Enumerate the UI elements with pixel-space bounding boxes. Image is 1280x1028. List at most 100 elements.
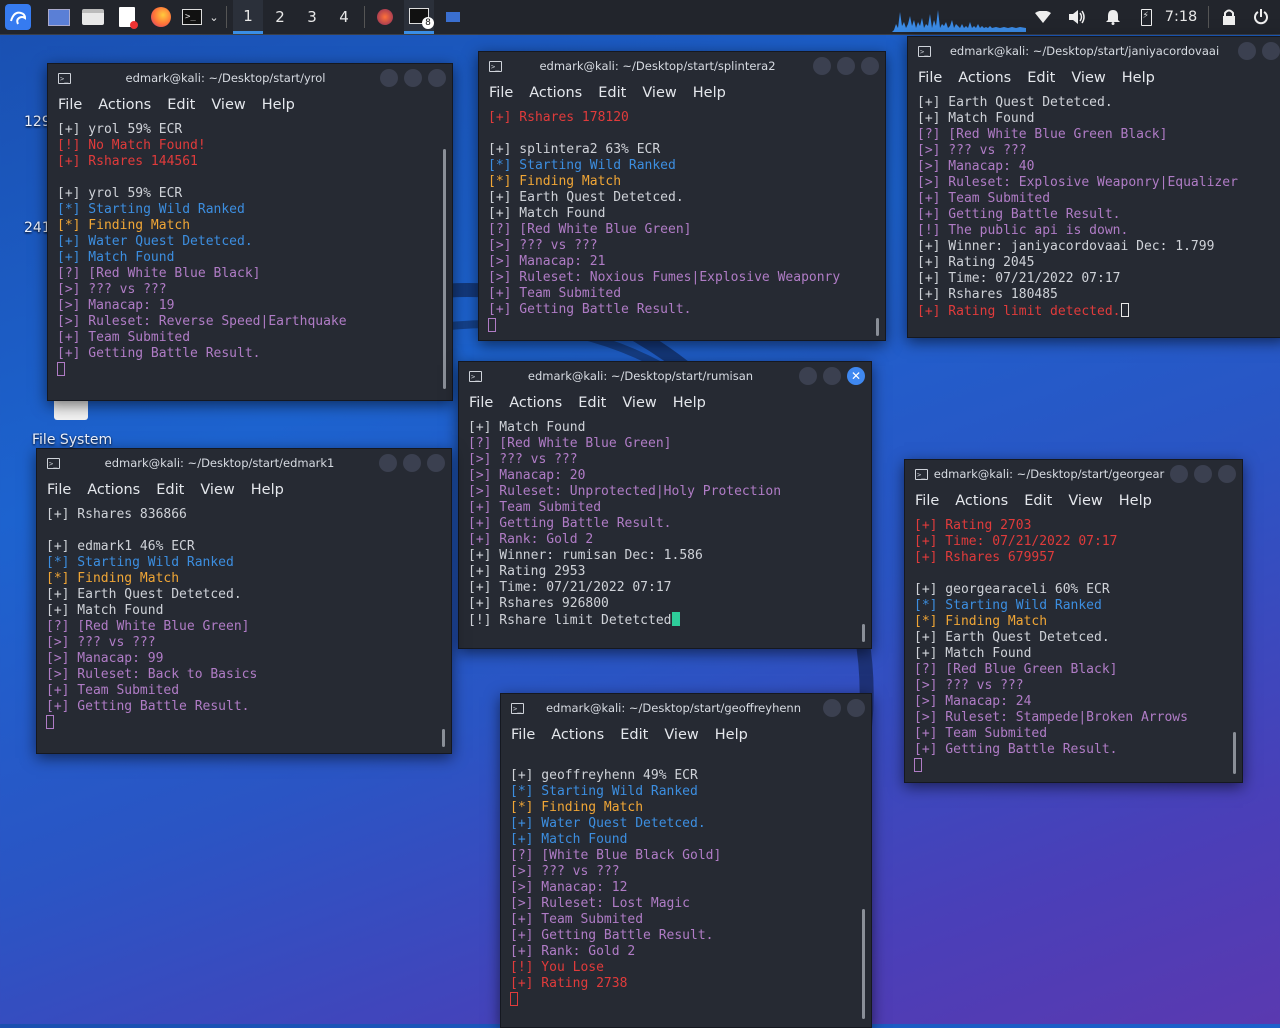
maximize-button[interactable] [837, 57, 855, 75]
menu-edit[interactable]: Edit [1027, 70, 1055, 86]
close-button[interactable]: ✕ [847, 367, 865, 385]
close-button[interactable] [861, 57, 879, 75]
text-editor-icon[interactable] [114, 0, 140, 34]
task-firefox-icon[interactable] [372, 0, 398, 34]
menu-help[interactable]: Help [1119, 493, 1152, 509]
terminal-output[interactable]: [+] Rshares 178120 [+] splintera2 63% ECR… [479, 106, 885, 338]
terminal-window-yrol[interactable]: >_ edmark@kali: ~/Desktop/start/yrol Fil… [47, 63, 453, 401]
terminal-window-janiyacordovaai[interactable]: >_ edmark@kali: ~/Desktop/start/janiyaco… [907, 36, 1280, 338]
menu-help[interactable]: Help [673, 395, 706, 411]
terminal-window-geoffreyhenn[interactable]: >_ edmark@kali: ~/Desktop/start/geoffrey… [500, 693, 872, 1028]
menu-actions[interactable]: Actions [87, 482, 140, 498]
terminal-output[interactable]: [+] geoffreyhenn 49% ECR [*] Starting Wil… [501, 748, 871, 1012]
terminal-output[interactable]: [+] Rshares 836866 [+] edmark1 46% ECR [*]… [37, 503, 451, 735]
terminal-output[interactable]: [+] Earth Quest Detetced. [+] Match Found… [908, 91, 1280, 323]
menu-edit[interactable]: Edit [598, 85, 626, 101]
menu-view[interactable]: View [642, 85, 676, 101]
scrollbar[interactable] [862, 624, 865, 642]
minimize-button[interactable] [823, 699, 841, 717]
menu-actions[interactable]: Actions [955, 493, 1008, 509]
minimize-button[interactable] [799, 367, 817, 385]
terminal-window-georgear[interactable]: >_ edmark@kali: ~/Desktop/start/georgear… [904, 459, 1243, 783]
firefox-icon[interactable] [148, 0, 174, 34]
menu-edit[interactable]: Edit [1024, 493, 1052, 509]
scrollbar[interactable] [876, 318, 879, 336]
menu-file[interactable]: File [489, 85, 513, 101]
window-titlebar[interactable]: >_ edmark@kali: ~/Desktop/start/rumisan … [459, 362, 871, 390]
menu-view[interactable]: View [211, 97, 245, 113]
minimize-button[interactable] [379, 454, 397, 472]
workspace-3[interactable]: 3 [297, 0, 327, 34]
minimize-button[interactable] [1170, 465, 1188, 483]
terminal-window-splintera2[interactable]: >_ edmark@kali: ~/Desktop/start/splinter… [478, 51, 886, 341]
chevron-down-icon[interactable]: ⌄ [206, 0, 222, 34]
drive-icon[interactable] [54, 398, 88, 420]
terminal-window-edmark1[interactable]: >_ edmark@kali: ~/Desktop/start/edmark1 … [36, 448, 452, 754]
volume-icon[interactable] [1066, 0, 1088, 34]
maximize-button[interactable] [403, 454, 421, 472]
minimize-button[interactable] [1238, 42, 1256, 60]
window-titlebar[interactable]: >_ edmark@kali: ~/Desktop/start/janiyaco… [908, 37, 1280, 65]
menu-edit[interactable]: Edit [167, 97, 195, 113]
menu-help[interactable]: Help [715, 727, 748, 743]
close-button[interactable] [428, 69, 446, 87]
workspace-2[interactable]: 2 [265, 0, 295, 34]
menu-edit[interactable]: Edit [578, 395, 606, 411]
terminal-output[interactable]: [+] Rating 2703 [+] Time: 07/21/2022 07:1… [905, 514, 1242, 778]
task-terminal-icon[interactable]: 8 [404, 0, 434, 34]
menu-view[interactable]: View [200, 482, 234, 498]
close-button[interactable] [1218, 465, 1236, 483]
workspace-4[interactable]: 4 [329, 0, 359, 34]
lock-icon[interactable] [1218, 0, 1240, 34]
show-desktop-icon[interactable] [46, 0, 72, 34]
menu-actions[interactable]: Actions [958, 70, 1011, 86]
maximize-button[interactable] [1194, 465, 1212, 483]
menu-actions[interactable]: Actions [509, 395, 562, 411]
menu-help[interactable]: Help [251, 482, 284, 498]
minimize-button[interactable] [380, 69, 398, 87]
terminal-window-rumisan[interactable]: >_ edmark@kali: ~/Desktop/start/rumisan … [458, 361, 872, 649]
menu-view[interactable]: View [1071, 70, 1105, 86]
menu-file[interactable]: File [47, 482, 71, 498]
wifi-icon[interactable] [1032, 0, 1054, 34]
menu-file[interactable]: File [915, 493, 939, 509]
menu-help[interactable]: Help [693, 85, 726, 101]
menu-file[interactable]: File [469, 395, 493, 411]
terminal-icon[interactable]: >_ [180, 0, 204, 34]
menu-edit[interactable]: Edit [620, 727, 648, 743]
logout-icon[interactable] [1250, 0, 1272, 34]
window-titlebar[interactable]: >_ edmark@kali: ~/Desktop/start/edmark1 [37, 449, 451, 477]
maximize-button[interactable] [847, 699, 865, 717]
menu-view[interactable]: View [1068, 493, 1102, 509]
menu-edit[interactable]: Edit [156, 482, 184, 498]
maximize-button[interactable] [404, 69, 422, 87]
menu-file[interactable]: File [58, 97, 82, 113]
window-titlebar[interactable]: >_ edmark@kali: ~/Desktop/start/splinter… [479, 52, 885, 80]
kali-menu-icon[interactable] [2, 0, 34, 34]
task-window-icon[interactable] [442, 0, 464, 34]
menu-actions[interactable]: Actions [98, 97, 151, 113]
menu-view[interactable]: View [664, 727, 698, 743]
menu-file[interactable]: File [918, 70, 942, 86]
close-button[interactable] [427, 454, 445, 472]
menu-help[interactable]: Help [1122, 70, 1155, 86]
menu-actions[interactable]: Actions [529, 85, 582, 101]
maximize-button[interactable] [1262, 42, 1280, 60]
minimize-button[interactable] [813, 57, 831, 75]
menu-help[interactable]: Help [262, 97, 295, 113]
menu-actions[interactable]: Actions [551, 727, 604, 743]
menu-file[interactable]: File [511, 727, 535, 743]
scrollbar[interactable] [862, 909, 865, 1019]
window-titlebar[interactable]: >_ edmark@kali: ~/Desktop/start/yrol [48, 64, 452, 92]
menu-view[interactable]: View [622, 395, 656, 411]
scrollbar[interactable] [1233, 732, 1236, 774]
battery-icon[interactable]: ⚡ [1136, 0, 1156, 34]
terminal-output[interactable]: [+] yrol 59% ECR [!] No Match Found! [+] R… [48, 118, 452, 382]
window-titlebar[interactable]: >_ edmark@kali: ~/Desktop/start/geoffrey… [501, 694, 871, 722]
notifications-bell-icon[interactable] [1102, 0, 1124, 34]
workspace-1[interactable]: 1 [233, 0, 263, 34]
maximize-button[interactable] [823, 367, 841, 385]
scrollbar[interactable] [443, 149, 446, 389]
file-manager-icon[interactable] [80, 0, 106, 34]
terminal-output[interactable]: [+] Match Found [?] [Red White Blue Green… [459, 416, 871, 632]
